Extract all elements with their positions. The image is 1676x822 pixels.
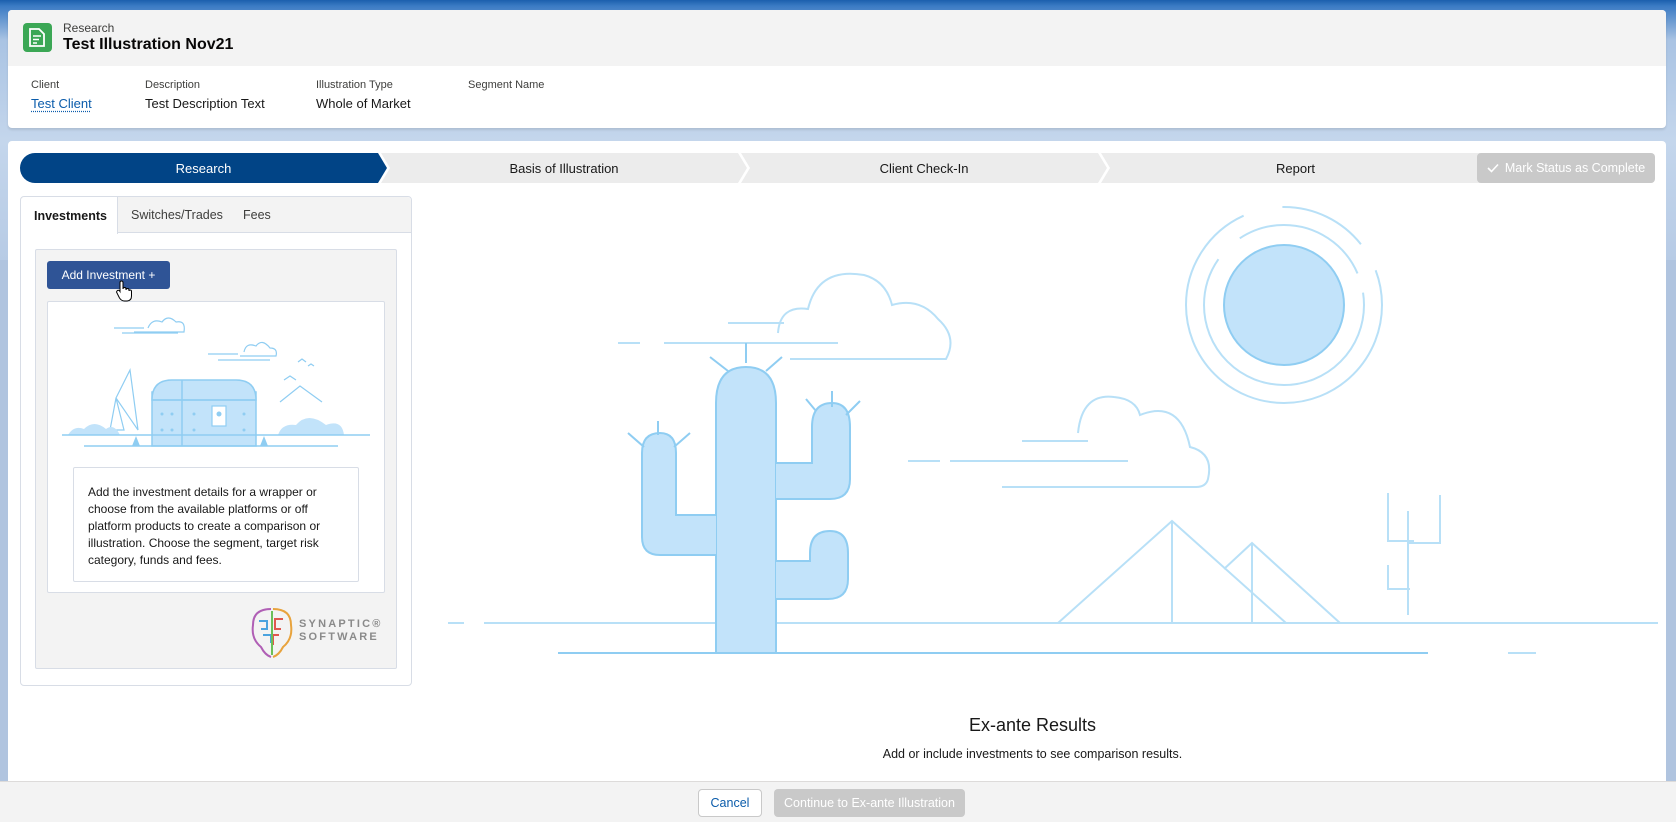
tab-switches-trades[interactable]: Switches/Trades: [131, 197, 223, 233]
field-label: Segment Name: [468, 79, 545, 91]
cancel-button[interactable]: Cancel: [698, 789, 762, 817]
mark-status-label: Mark Status as Complete: [1504, 161, 1646, 175]
synaptic-software-logo: SYNAPTIC® SOFTWARE: [249, 605, 389, 661]
brain-logo-icon: [251, 608, 293, 658]
field-illustration-type: Illustration Type Whole of Market: [316, 79, 411, 111]
add-investment-button[interactable]: Add Investment +: [47, 261, 170, 289]
field-label: Description: [145, 79, 201, 91]
desert-illustration: [448, 206, 1658, 654]
object-label: Research: [63, 21, 115, 35]
path-stage-research[interactable]: Research: [20, 153, 387, 183]
investments-panel: Investments Switches/Trades Fees Add Inv…: [20, 196, 412, 686]
field-label: Client: [31, 79, 60, 91]
field-value: Test Description Text: [145, 96, 265, 111]
treasure-chest-illustration: [62, 317, 370, 447]
continue-button[interactable]: Continue to Ex-ante Illustration: [774, 789, 965, 817]
tab-bar: Investments Switches/Trades Fees: [21, 197, 411, 234]
investment-help-text: Add the investment details for a wrapper…: [73, 467, 359, 582]
investments-box: Add Investment + Add the investment deta…: [35, 249, 397, 669]
record-title: Test Illustration Nov21: [63, 36, 234, 53]
brand-text: SYNAPTIC® SOFTWARE: [299, 618, 383, 644]
field-value: Whole of Market: [316, 96, 411, 111]
path-stage-report[interactable]: Report: [1101, 153, 1490, 183]
field-label: Illustration Type: [316, 79, 393, 91]
field-description: Description Test Description Text: [145, 79, 265, 111]
footer-bar: Cancel Continue to Ex-ante Illustration: [0, 781, 1676, 822]
field-client: Client Test Client: [31, 79, 92, 111]
hand-cursor-icon: [116, 280, 132, 302]
brand-line-1: SYNAPTIC®: [299, 618, 383, 630]
record-icon: [23, 23, 52, 52]
empty-state-card: Add the investment details for a wrapper…: [47, 301, 385, 593]
results-subtitle: Add or include investments to see compar…: [882, 747, 1183, 761]
check-icon: [1487, 163, 1499, 173]
status-path: Research Basis of Illustration Client Ch…: [20, 153, 1490, 183]
path-stage-basis-of-illustration[interactable]: Basis of Illustration: [381, 153, 747, 183]
highlights-panel: Client Test Client Description Test Desc…: [22, 79, 722, 119]
main-card: Research Basis of Illustration Client Ch…: [8, 141, 1666, 781]
mark-status-complete-button[interactable]: Mark Status as Complete: [1477, 153, 1655, 183]
record-header: Research Test Illustration Nov21 Client …: [8, 10, 1666, 128]
record-header-top: Research Test Illustration Nov21: [8, 10, 1666, 66]
path-stage-client-check-in[interactable]: Client Check-In: [741, 153, 1107, 183]
tab-investments[interactable]: Investments: [21, 197, 118, 234]
tab-fees[interactable]: Fees: [243, 197, 271, 233]
client-link[interactable]: Test Client: [31, 96, 92, 111]
field-segment-name: Segment Name: [468, 79, 544, 96]
results-title: Ex-ante Results: [968, 715, 1097, 735]
brand-line-2: SOFTWARE: [299, 631, 379, 643]
